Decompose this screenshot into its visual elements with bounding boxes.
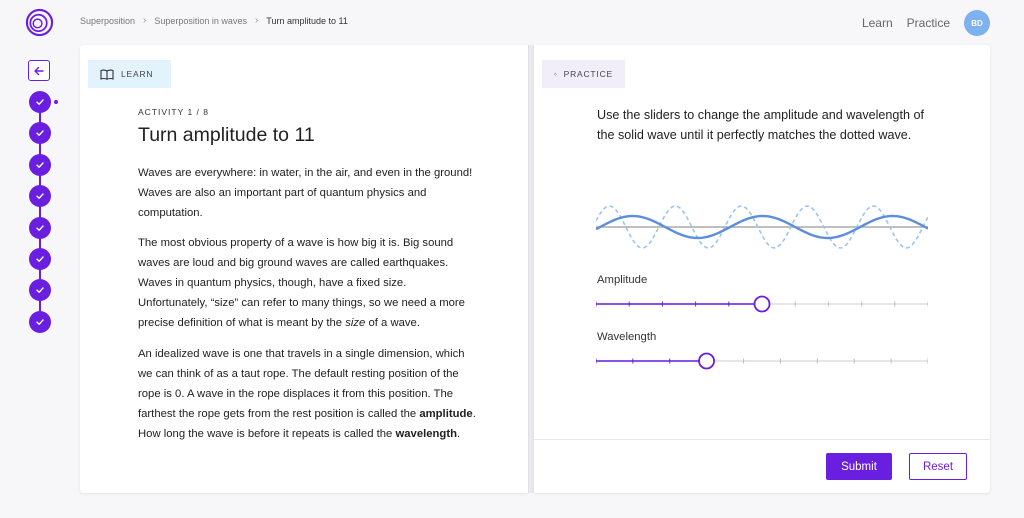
step-completed[interactable] xyxy=(29,248,51,270)
wave-plot xyxy=(596,205,928,249)
breadcrumb-item-chapter[interactable]: Superposition in waves xyxy=(154,16,247,26)
chevron-right-icon: › xyxy=(254,15,259,26)
paragraph-3: An idealized wave is one that travels in… xyxy=(138,348,476,440)
chevron-right-icon: › xyxy=(143,15,147,26)
nav-practice-link[interactable]: Practice xyxy=(907,16,950,30)
avatar[interactable]: BD xyxy=(964,10,990,36)
practice-tag: PRACTICE xyxy=(542,60,625,88)
wavelength-label: Wavelength xyxy=(597,331,657,343)
practice-instructions: Use the sliders to change the amplitude … xyxy=(597,108,924,142)
arrow-left-icon xyxy=(34,66,44,75)
breadcrumb-item-current: Turn amplitude to 11 xyxy=(266,15,348,26)
paragraph-1: Waves are everywhere: in water, in the a… xyxy=(138,167,473,219)
logo-icon[interactable] xyxy=(25,8,54,37)
term-amplitude: amplitude xyxy=(419,408,473,420)
check-icon xyxy=(36,130,44,137)
current-step-indicator xyxy=(54,100,58,104)
step-completed[interactable] xyxy=(29,279,51,302)
activity-counter: ACTIVITY 1 / 8 xyxy=(138,107,210,117)
wavelength-slider[interactable] xyxy=(596,351,928,371)
term-wavelength: wavelength xyxy=(395,428,457,440)
check-icon xyxy=(36,224,44,231)
submit-button[interactable]: Submit xyxy=(826,453,892,480)
learn-tag: LEARN xyxy=(88,60,171,88)
step-completed[interactable] xyxy=(29,153,51,176)
breadcrumb: Superposition › Superposition in waves ›… xyxy=(80,15,348,26)
book-icon xyxy=(100,68,114,80)
amplitude-label: Amplitude xyxy=(597,274,648,286)
back-button[interactable] xyxy=(28,60,50,81)
learn-tag-label: LEARN xyxy=(121,69,154,79)
top-nav: Learn Practice BD xyxy=(862,10,990,36)
nav-learn-link[interactable]: Learn xyxy=(862,16,893,30)
step-completed[interactable] xyxy=(29,310,51,333)
check-icon xyxy=(36,99,44,105)
page-title: Turn amplitude to 11 xyxy=(138,124,315,146)
step-completed[interactable] xyxy=(29,185,51,208)
check-icon xyxy=(36,256,44,262)
check-icon xyxy=(36,162,44,168)
pointer-hand-icon xyxy=(554,72,557,76)
slider-knob[interactable] xyxy=(753,295,771,313)
practice-panel: PRACTICE Use the sliders to change the a… xyxy=(534,45,990,493)
check-icon xyxy=(36,287,44,294)
check-icon xyxy=(36,193,44,200)
check-icon xyxy=(36,319,44,325)
reset-button[interactable]: Reset xyxy=(909,453,967,480)
amplitude-slider[interactable] xyxy=(596,294,928,314)
breadcrumb-item-course[interactable]: Superposition xyxy=(80,16,135,26)
step-completed[interactable] xyxy=(29,91,51,113)
paragraph-2: The most obvious property of a wave is h… xyxy=(138,237,465,329)
practice-tag-label: PRACTICE xyxy=(563,69,613,79)
learn-panel: LEARN ACTIVITY 1 / 8 Turn amplitude to 1… xyxy=(80,45,528,493)
step-completed[interactable] xyxy=(29,122,51,145)
footer-divider xyxy=(534,439,990,440)
slider-knob[interactable] xyxy=(698,352,715,370)
step-completed[interactable] xyxy=(29,216,51,239)
